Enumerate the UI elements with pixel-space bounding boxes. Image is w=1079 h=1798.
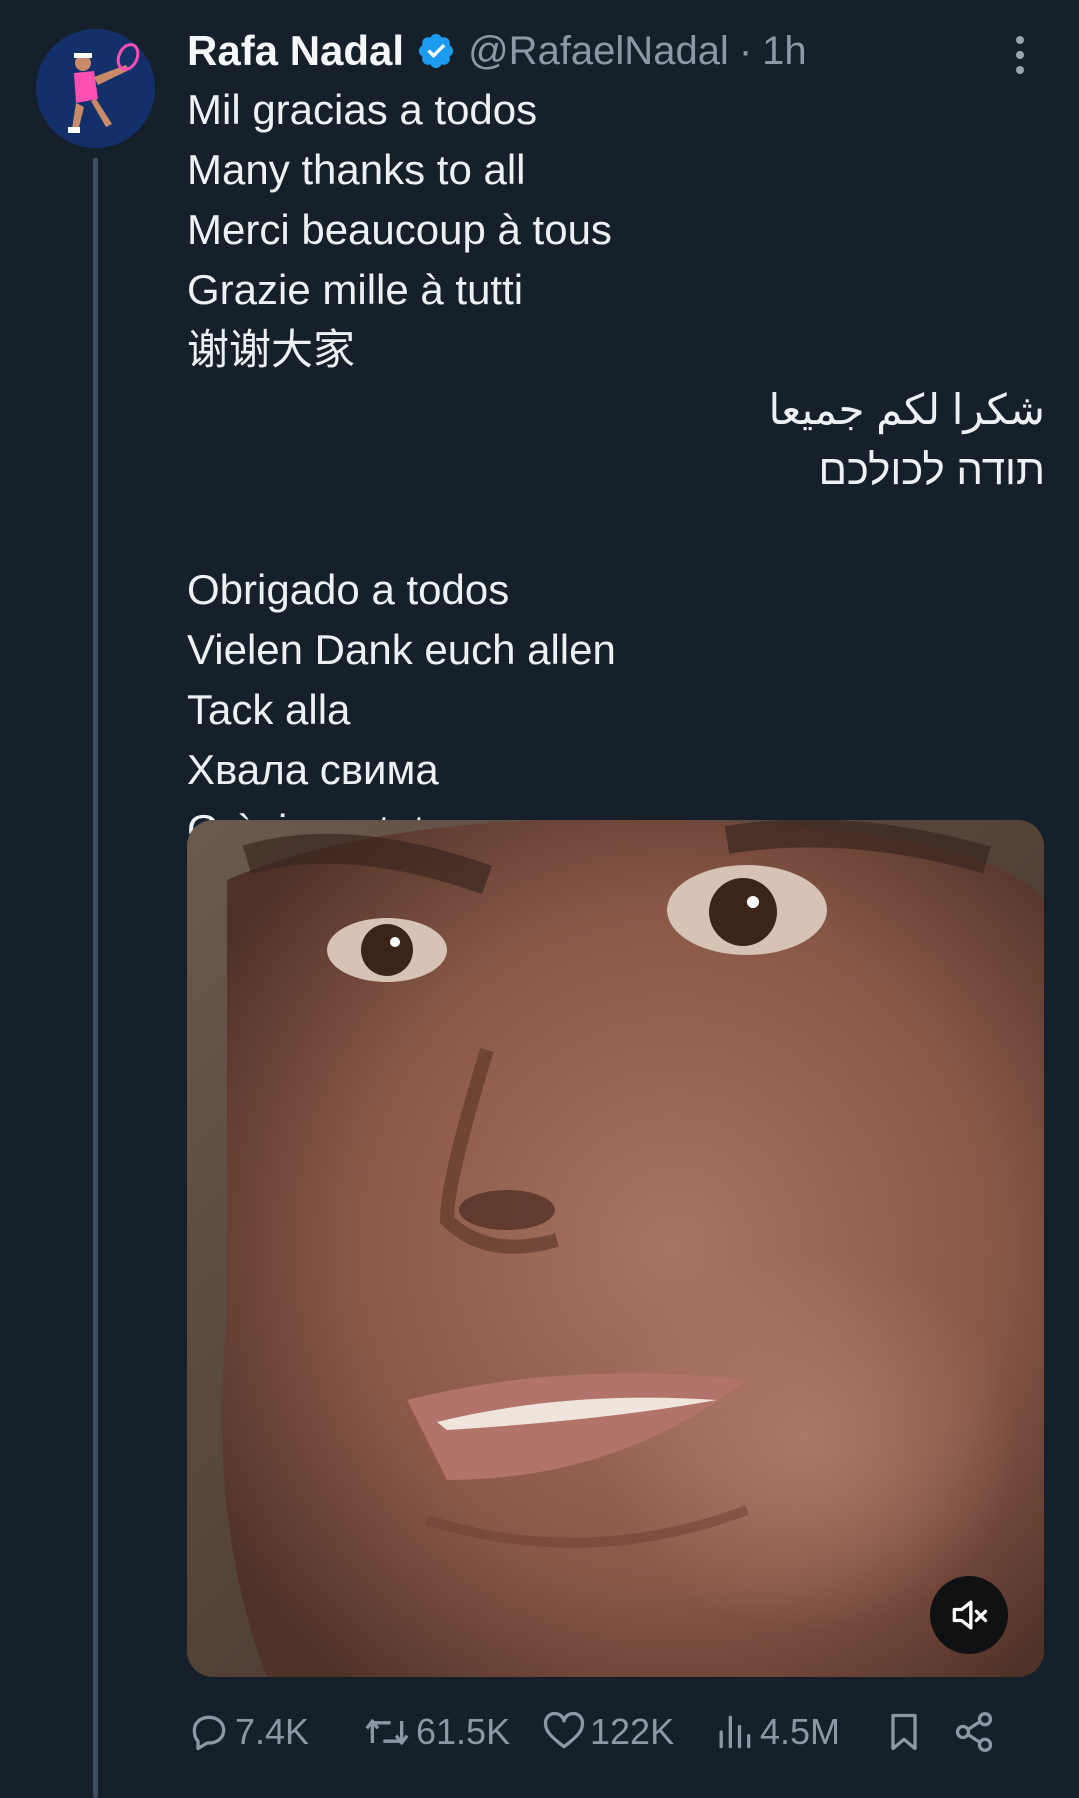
tweet-line: Tack alla [187, 686, 351, 733]
tweet-text: Mil gracias a todos Many thanks to all M… [187, 80, 1045, 860]
author-name[interactable]: Rafa Nadal [187, 27, 404, 75]
like-button[interactable]: 122K [542, 1710, 712, 1754]
video-player[interactable] [187, 820, 1044, 1677]
more-vertical-icon[interactable] [1000, 30, 1040, 80]
like-count: 122K [590, 1711, 675, 1752]
share-button[interactable] [952, 1710, 1002, 1754]
tweet-line: Хвала свима [187, 746, 439, 793]
author-handle[interactable]: @RafaelNadal [468, 29, 729, 74]
thread-line [93, 158, 98, 1798]
reply-button[interactable]: 7.4K [187, 1710, 362, 1754]
tweet-line: 谢谢大家 [187, 326, 356, 373]
avatar-image [36, 29, 155, 148]
bookmark-icon [882, 1710, 926, 1754]
views-count: 4.5M [760, 1711, 841, 1752]
tweet-line: Many thanks to all [187, 146, 526, 193]
verified-badge-icon [416, 31, 456, 71]
views-icon [712, 1710, 756, 1754]
separator-dot: · [738, 28, 753, 73]
tweet-line: Merci beaucoup à tous [187, 206, 612, 253]
heart-icon [542, 1710, 586, 1754]
reply-icon [187, 1710, 231, 1754]
avatar[interactable] [36, 29, 155, 148]
tweet-line-hebrew: תודה לכולכם [818, 446, 1045, 493]
repost-button[interactable]: 61.5K [362, 1710, 542, 1754]
bookmark-button[interactable] [882, 1710, 952, 1754]
action-bar: 7.4K 61.5K 122K 4.5M [187, 1700, 1037, 1764]
tweet-line: Vielen Dank euch allen [187, 626, 616, 673]
tweet-header: Rafa Nadal @RafaelNadal · 1h [187, 22, 1019, 80]
share-icon [952, 1710, 996, 1754]
volume-muted-icon[interactable] [930, 1576, 1008, 1654]
views-button[interactable]: 4.5M [712, 1710, 882, 1754]
tweet-line: Obrigado a todos [187, 566, 510, 613]
repost-icon [362, 1710, 412, 1754]
timestamp[interactable]: 1h [762, 29, 807, 74]
tweet-line: Grazie mille à tutti [187, 266, 524, 313]
repost-count: 61.5K [416, 1711, 511, 1752]
video-frame [187, 820, 1044, 1677]
reply-count: 7.4K [235, 1711, 310, 1752]
tweet-line-arabic: شكرا لكم جميعا [768, 386, 1046, 433]
tweet-line: Mil gracias a todos [187, 86, 538, 133]
